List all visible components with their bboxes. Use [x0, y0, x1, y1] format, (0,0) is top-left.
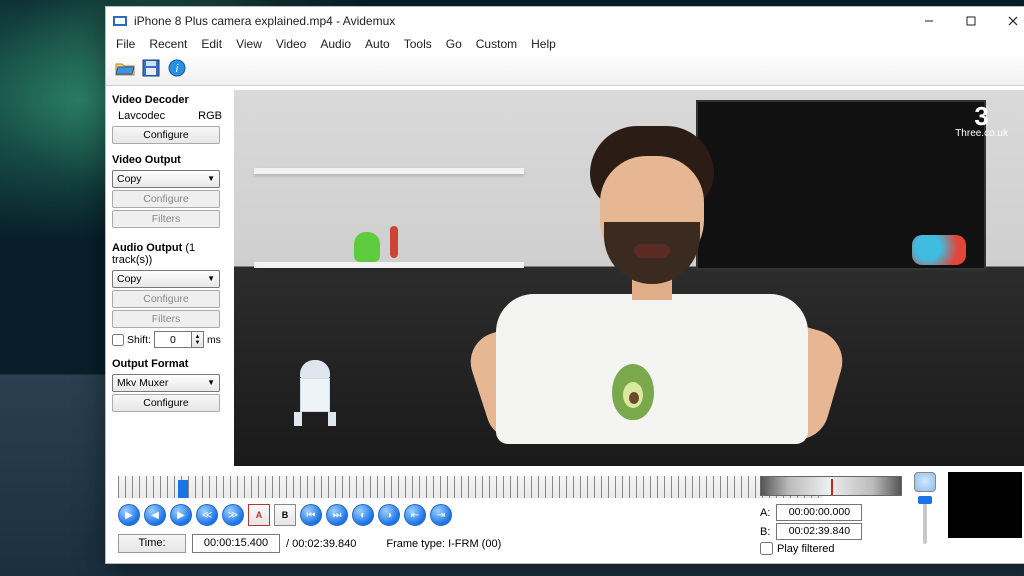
prev-frame-button[interactable]: ◀ [144, 504, 166, 526]
menu-edit[interactable]: Edit [201, 37, 222, 51]
toolbar: i [106, 55, 1024, 86]
chevron-down-icon: ▼ [207, 271, 215, 287]
timeline-thumb[interactable] [178, 480, 188, 498]
toy-prop [390, 226, 398, 258]
frame-type-label: Frame type: I-FRM (00) [386, 538, 501, 550]
app-icon [112, 13, 128, 29]
marker-b-field[interactable]: 00:02:39.840 [776, 523, 862, 540]
window-title: iPhone 8 Plus camera explained.mp4 - Avi… [134, 14, 395, 28]
volume-knob[interactable] [914, 472, 936, 492]
video-output-value: Copy [117, 171, 142, 187]
decoder-configure-button[interactable]: Configure [112, 126, 220, 144]
save-icon[interactable] [140, 57, 162, 79]
marker-b-label: B: [760, 526, 770, 538]
shift-label: Shift: [127, 334, 151, 346]
play-filtered-checkbox[interactable] [760, 542, 773, 555]
brand-url-text: Three.co.uk [955, 128, 1008, 139]
menu-recent[interactable]: Recent [149, 37, 187, 51]
goto-end-button[interactable]: ⇥ [430, 504, 452, 526]
output-format-title: Output Format [112, 358, 228, 370]
decoder-colorspace: RGB [198, 110, 222, 122]
sidebar: Video Decoder Lavcodec RGB Configure Vid… [106, 86, 234, 470]
menu-view[interactable]: View [236, 37, 262, 51]
menu-file[interactable]: File [116, 37, 135, 51]
preview-scene: 3 Three.co.uk [234, 90, 1024, 466]
total-time-label: / 00:02:39.840 [286, 538, 356, 550]
info-icon[interactable]: i [166, 57, 188, 79]
forward-button[interactable]: ≫ [222, 504, 244, 526]
menu-help[interactable]: Help [531, 37, 556, 51]
video-output-configure-button[interactable]: Configure [112, 190, 220, 208]
menu-auto[interactable]: Auto [365, 37, 390, 51]
play-filtered-label: Play filtered [777, 543, 834, 555]
shift-value-field[interactable]: 0 [154, 331, 192, 348]
play-button[interactable]: ▶ [118, 504, 140, 526]
chevron-down-icon: ▼ [207, 375, 215, 391]
audio-output-configure-button[interactable]: Configure [112, 290, 220, 308]
shift-stepper[interactable]: ▲▼ [192, 331, 204, 348]
shift-checkbox[interactable] [112, 334, 124, 346]
maximize-button[interactable] [950, 7, 992, 35]
timeline-slider[interactable] [118, 476, 822, 498]
menu-custom[interactable]: Custom [476, 37, 517, 51]
prev-black-frame-button[interactable]: ◐ [352, 504, 374, 526]
video-output-filters-button[interactable]: Filters [112, 210, 220, 228]
open-icon[interactable] [114, 57, 136, 79]
next-keyframe-button[interactable]: ⏭ [326, 504, 348, 526]
prev-keyframe-button[interactable]: ⏮ [300, 504, 322, 526]
audio-output-title-text: Audio Output [112, 242, 182, 254]
menu-audio[interactable]: Audio [320, 37, 351, 51]
output-format-configure-button[interactable]: Configure [112, 394, 220, 412]
goto-start-button[interactable]: ⇤ [404, 504, 426, 526]
jog-wheel[interactable] [760, 476, 902, 496]
next-frame-button[interactable]: ▶ [170, 504, 192, 526]
marker-a-label: A: [760, 507, 770, 519]
menu-tools[interactable]: Tools [404, 37, 432, 51]
audio-output-title: Audio Output (1 track(s)) [112, 242, 228, 266]
video-preview: 3 Three.co.uk [234, 90, 1024, 466]
set-marker-b-button[interactable]: B [274, 504, 296, 526]
titlebar: iPhone 8 Plus camera explained.mp4 - Avi… [106, 7, 1024, 35]
current-time-field[interactable]: 00:00:15.400 [192, 534, 280, 553]
marker-a-field[interactable]: 00:00:00.000 [776, 504, 862, 521]
avocado-graphic [612, 364, 654, 420]
video-output-combo[interactable]: Copy ▼ [112, 170, 220, 188]
controller-prop [912, 235, 966, 265]
video-output-title: Video Output [112, 154, 228, 166]
output-format-value: Mkv Muxer [117, 375, 168, 391]
decoder-codec: Lavcodec [118, 110, 165, 122]
vu-meter [948, 472, 1022, 538]
audio-output-value: Copy [117, 271, 142, 287]
menu-go[interactable]: Go [446, 37, 462, 51]
shift-unit: ms [207, 334, 221, 346]
time-button[interactable]: Time: [118, 534, 186, 553]
volume-thumb[interactable] [918, 496, 932, 504]
close-button[interactable] [992, 7, 1024, 35]
next-black-frame-button[interactable]: ◑ [378, 504, 400, 526]
volume-slider[interactable] [923, 496, 927, 544]
rewind-button[interactable]: ≪ [196, 504, 218, 526]
audio-output-filters-button[interactable]: Filters [112, 310, 220, 328]
set-marker-a-button[interactable]: A [248, 504, 270, 526]
brand-logo-text: 3 [955, 104, 1008, 128]
audio-output-combo[interactable]: Copy ▼ [112, 270, 220, 288]
toy-prop [354, 232, 380, 262]
presenter [472, 126, 832, 436]
minimize-button[interactable] [908, 7, 950, 35]
app-window: iPhone 8 Plus camera explained.mp4 - Avi… [105, 6, 1024, 564]
menu-video[interactable]: Video [276, 37, 306, 51]
output-format-combo[interactable]: Mkv Muxer ▼ [112, 374, 220, 392]
chevron-down-icon: ▼ [207, 171, 215, 187]
video-decoder-title: Video Decoder [112, 94, 228, 106]
brand-watermark: 3 Three.co.uk [955, 104, 1008, 139]
transport-controls: ▶ ◀ ▶ ≪ ≫ A B ⏮ ⏭ ◐ ◑ ⇤ ⇥ [118, 504, 501, 526]
menubar: File Recent Edit View Video Audio Auto T… [106, 35, 1024, 55]
r2d2-prop [294, 360, 336, 426]
